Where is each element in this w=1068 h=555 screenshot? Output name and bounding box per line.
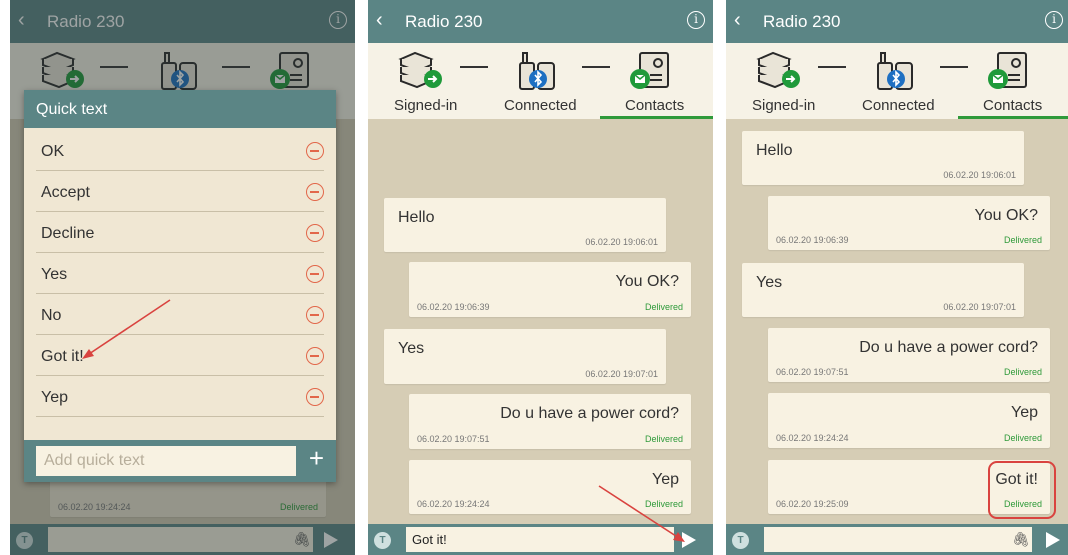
server-stack-icon[interactable] [397, 49, 443, 93]
page-title: Radio 230 [405, 12, 483, 31]
divider [36, 416, 324, 417]
radio-bluetooth-icon[interactable] [516, 49, 560, 93]
attach-icon[interactable]: 🖇 [1012, 531, 1030, 548]
quick-text-item[interactable]: Yep [24, 376, 336, 417]
add-quick-text-input[interactable]: Add quick text [36, 446, 296, 476]
chat-area: Hello 06.02.20 19:06:01 You OK? 06.02.20… [368, 119, 713, 524]
message-text: Do u have a power cord? [500, 405, 679, 422]
delivery-status: Delivered [644, 302, 683, 312]
tab-signed-in[interactable]: Signed-in [752, 97, 815, 114]
add-icon[interactable]: + [309, 444, 324, 472]
radio-bluetooth-icon[interactable] [874, 49, 918, 93]
message-timestamp: 06.02.20 19:07:01 [943, 302, 1016, 312]
remove-icon[interactable] [306, 224, 324, 242]
quick-text-label: Yep [41, 389, 68, 406]
tab-connected[interactable]: Connected [504, 97, 577, 114]
back-button[interactable]: ‹ [734, 9, 741, 32]
message-timestamp: 06.02.20 19:25:09 [776, 499, 849, 509]
title-bar: ‹ Radio 230 i [368, 0, 713, 43]
message-text: You OK? [615, 273, 679, 290]
quick-text-label: No [41, 307, 62, 324]
quick-text-label: OK [41, 143, 65, 160]
connector-line [940, 66, 968, 68]
quick-text-label: Accept [41, 184, 90, 201]
message-text: Yes [398, 340, 425, 357]
chat-bubble-incoming: Yes 06.02.20 19:07:01 [384, 329, 666, 384]
message-text: Hello [398, 209, 435, 226]
remove-icon[interactable] [306, 388, 324, 406]
add-quick-text-bar: Add quick text + [24, 440, 336, 482]
annotation-arrow [82, 299, 171, 359]
annotation-arrow [598, 485, 685, 542]
annotation-highlight [988, 461, 1056, 519]
remove-icon[interactable] [306, 142, 324, 160]
chat-bubble-incoming: Hello 06.02.20 19:06:01 [742, 131, 1024, 185]
back-button[interactable]: ‹ [376, 9, 383, 32]
remove-icon[interactable] [306, 347, 324, 365]
tab-bar: Signed-in Connected Contacts [726, 93, 1068, 119]
message-timestamp: 06.02.20 19:06:39 [417, 302, 490, 312]
screen-quick-text: ‹ Radio 230 i 06.02.20 19:24:24 Delivere… [10, 0, 355, 555]
page-title: Radio 230 [763, 12, 841, 31]
message-timestamp: 06.02.20 19:06:01 [585, 237, 658, 247]
dialog-title: Quick text [24, 90, 336, 128]
tab-bar: Signed-in Connected Contacts [368, 93, 713, 119]
message-timestamp: 06.02.20 19:24:24 [417, 499, 490, 509]
delivery-status: Delivered [1003, 433, 1042, 443]
message-text: Yep [1011, 404, 1038, 421]
tab-connected[interactable]: Connected [862, 97, 935, 114]
message-input[interactable] [764, 527, 1032, 552]
quick-text-item[interactable]: Yes [24, 253, 336, 294]
title-bar: ‹ Radio 230 i [726, 0, 1068, 43]
info-icon[interactable]: i [687, 11, 705, 29]
quick-text-item[interactable]: Decline [24, 212, 336, 253]
compose-bar: T 🖇 [726, 524, 1068, 555]
chat-area: Hello 06.02.20 19:06:01 You OK? 06.02.20… [726, 119, 1068, 524]
send-icon[interactable] [1046, 532, 1060, 548]
chat-bubble-incoming: Yes 06.02.20 19:07:01 [742, 263, 1024, 317]
quick-text-item[interactable]: Accept [24, 171, 336, 212]
delivery-status: Delivered [644, 434, 683, 444]
screen-chat-composing: ‹ Radio 230 i Signed-in Connected Contac… [368, 0, 713, 555]
message-timestamp: 06.02.20 19:24:24 [776, 433, 849, 443]
delivery-status: Delivered [1003, 367, 1042, 377]
connector-line [460, 66, 488, 68]
quick-text-item[interactable]: OK [24, 130, 336, 171]
remove-icon[interactable] [306, 183, 324, 201]
delivery-status: Delivered [1003, 235, 1042, 245]
chat-bubble-outgoing: You OK? 06.02.20 19:06:39 Delivered [768, 196, 1050, 250]
remove-icon[interactable] [306, 306, 324, 324]
tab-contacts[interactable]: Contacts [983, 97, 1042, 114]
message-timestamp: 06.02.20 19:07:51 [776, 367, 849, 377]
message-text: You OK? [974, 207, 1038, 224]
message-timestamp: 06.02.20 19:07:51 [417, 434, 490, 444]
message-timestamp: 06.02.20 19:07:01 [585, 369, 658, 379]
message-text: Hello [756, 142, 793, 159]
connector-line [582, 66, 610, 68]
contact-card-mail-icon[interactable] [628, 49, 674, 93]
remove-icon[interactable] [306, 265, 324, 283]
chat-bubble-outgoing: Do u have a power cord? 06.02.20 19:07:5… [768, 328, 1050, 382]
info-icon[interactable]: i [1045, 11, 1063, 29]
quick-text-label: Yes [41, 266, 68, 283]
chat-bubble-outgoing: Do u have a power cord? 06.02.20 19:07:5… [409, 394, 691, 449]
chat-bubble-incoming: Hello 06.02.20 19:06:01 [384, 198, 666, 252]
tab-signed-in[interactable]: Signed-in [394, 97, 457, 114]
server-stack-icon[interactable] [755, 49, 801, 93]
screen-chat-sent: ‹ Radio 230 i Signed-in Connected Contac… [726, 0, 1068, 555]
message-text: Yes [756, 274, 783, 291]
chat-bubble-outgoing: You OK? 06.02.20 19:06:39 Delivered [409, 262, 691, 317]
message-timestamp: 06.02.20 19:06:39 [776, 235, 849, 245]
quick-text-button[interactable]: T [374, 532, 391, 549]
connector-line [818, 66, 846, 68]
quick-text-dialog: Quick text OK Accept Decline Yes No Got … [24, 90, 336, 482]
contact-card-mail-icon[interactable] [986, 49, 1032, 93]
message-timestamp: 06.02.20 19:06:01 [943, 170, 1016, 180]
tab-contacts[interactable]: Contacts [625, 97, 684, 114]
chat-bubble-outgoing: Yep 06.02.20 19:24:24 Delivered [768, 393, 1050, 448]
quick-text-label: Decline [41, 225, 95, 242]
message-text: Do u have a power cord? [859, 339, 1038, 356]
quick-text-button[interactable]: T [732, 532, 749, 549]
